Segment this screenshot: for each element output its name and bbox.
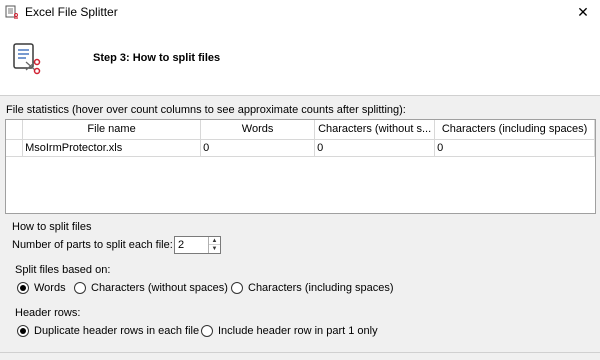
split-settings-panel: How to split files Number of parts to sp…: [0, 214, 600, 360]
cell-chars-with-spaces[interactable]: 0: [434, 139, 595, 157]
title-bar: Excel File Splitter ✕: [0, 0, 600, 25]
close-icon: ✕: [577, 3, 589, 20]
stats-label: File statistics (hover over count column…: [6, 104, 406, 116]
header-divider: [0, 95, 600, 96]
window-title: Excel File Splitter: [25, 5, 118, 19]
wizard-header: Step 3: How to split files: [0, 25, 600, 95]
radio-chars-with-spaces[interactable]: Characters (including spaces): [231, 282, 394, 294]
radio-chars-no-spaces-label: Characters (without spaces): [91, 282, 228, 294]
header-rows-label: Header rows:: [15, 307, 81, 319]
radio-header-part1-indicator[interactable]: [201, 325, 213, 337]
radio-words-indicator[interactable]: [17, 282, 29, 294]
parts-value[interactable]: 2: [178, 239, 184, 251]
excel-splitter-icon: [5, 5, 19, 20]
close-button[interactable]: ✕: [566, 0, 600, 24]
radio-duplicate-header[interactable]: Duplicate header rows in each file: [17, 325, 199, 337]
column-header-file-name[interactable]: File name: [22, 120, 202, 140]
stats-header-row: File name Words Characters (without s...…: [6, 120, 595, 140]
table-row[interactable]: MsoIrmProtector.xls 0 0 0: [6, 139, 595, 157]
split-group-title: How to split files: [12, 221, 92, 233]
row-selector[interactable]: [6, 139, 24, 157]
column-header-chars-with-spaces[interactable]: Characters (including spaces): [434, 120, 595, 140]
step-title: Step 3: How to split files: [93, 52, 221, 64]
column-header-chars-no-spaces[interactable]: Characters (without s...: [314, 120, 436, 140]
radio-header-part1-label: Include header row in part 1 only: [218, 325, 378, 337]
cell-chars-no-spaces[interactable]: 0: [314, 139, 436, 157]
radio-words-label: Words: [34, 282, 66, 294]
based-on-label: Split files based on:: [15, 264, 111, 276]
radio-duplicate-header-label: Duplicate header rows in each file: [34, 325, 200, 337]
radio-chars-with-spaces-label: Characters (including spaces): [248, 282, 394, 294]
radio-words[interactable]: Words: [17, 282, 66, 294]
row-header-corner: [6, 120, 24, 140]
cell-file-name[interactable]: MsoIrmProtector.xls: [22, 139, 202, 157]
bottom-divider: [0, 352, 600, 353]
split-document-icon: [12, 43, 42, 75]
column-header-words[interactable]: Words: [200, 120, 316, 140]
stepper-arrows: ▲ ▼: [208, 237, 220, 253]
parts-label: Number of parts to split each file:: [12, 239, 173, 251]
file-statistics-grid[interactable]: File name Words Characters (without s...…: [5, 119, 596, 214]
stepper-up-icon[interactable]: ▲: [209, 237, 220, 245]
radio-chars-no-spaces-indicator[interactable]: [74, 282, 86, 294]
radio-chars-with-spaces-indicator[interactable]: [231, 282, 243, 294]
cell-words[interactable]: 0: [200, 139, 316, 157]
stepper-down-icon[interactable]: ▼: [209, 245, 220, 253]
excel-file-splitter-window: Excel File Splitter ✕ Step 3: How to spl…: [0, 0, 600, 360]
parts-stepper[interactable]: 2 ▲ ▼: [174, 236, 221, 254]
radio-chars-no-spaces[interactable]: Characters (without spaces): [74, 282, 228, 294]
radio-duplicate-header-indicator[interactable]: [17, 325, 29, 337]
stats-table: File name Words Characters (without s...…: [6, 120, 595, 157]
radio-header-part1[interactable]: Include header row in part 1 only: [201, 325, 378, 337]
